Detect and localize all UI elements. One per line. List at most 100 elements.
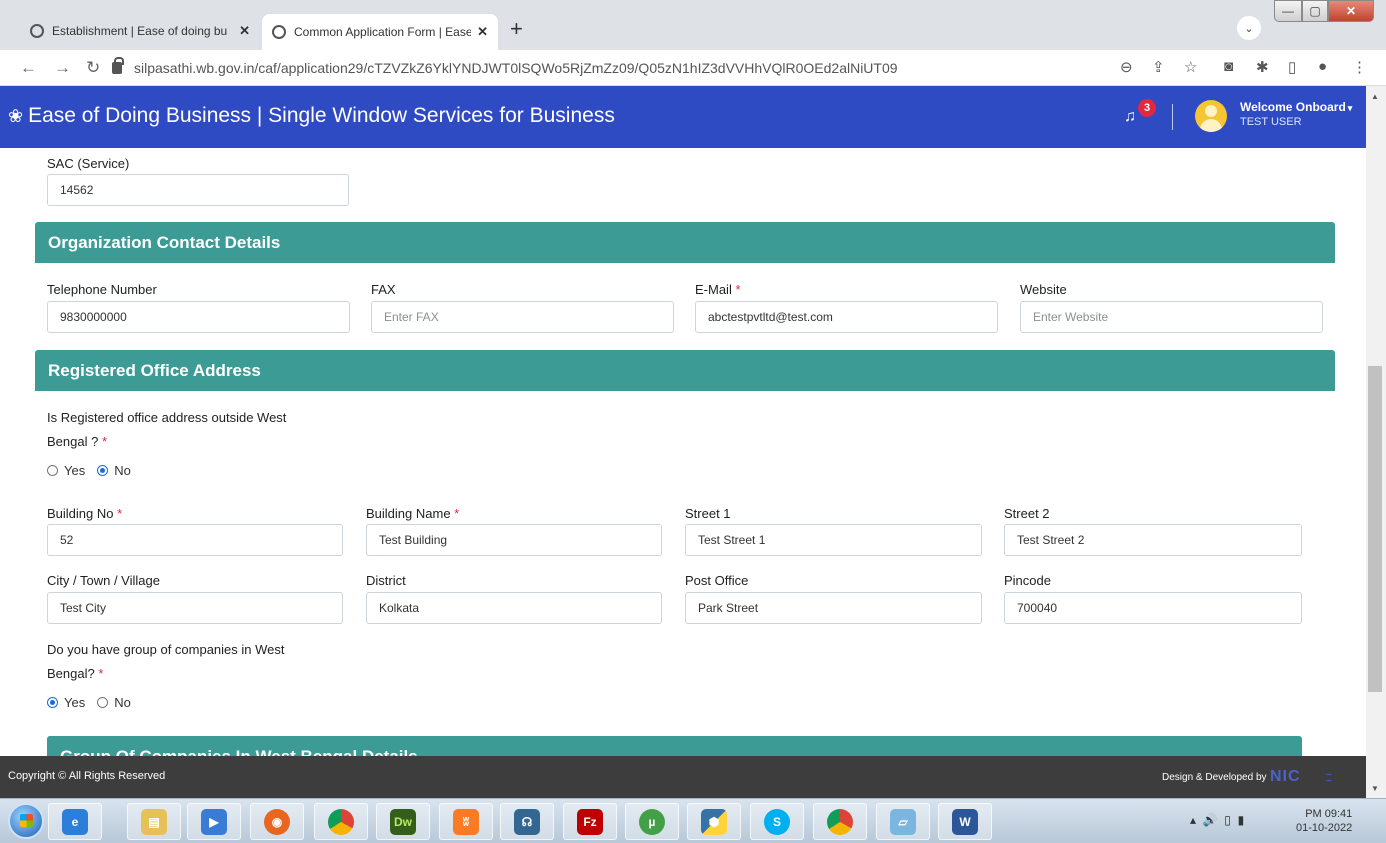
browser-tab-strip: Establishment | Ease of doing bu ✕ Commo…: [0, 0, 1386, 50]
user-menu[interactable]: Welcome Onboard ▾: [1240, 100, 1352, 114]
tab-title: Common Application Form | Ease: [294, 25, 472, 39]
profile-icon[interactable]: ●: [1318, 58, 1327, 75]
sac-label: SAC (Service): [47, 156, 130, 171]
radio-no-selected[interactable]: [97, 465, 109, 476]
clock-date: 01-10-2022: [1296, 822, 1353, 834]
outside-wb-no-option[interactable]: No: [97, 463, 131, 478]
chrome-icon-2[interactable]: [813, 803, 867, 840]
scroll-up-arrow-icon[interactable]: ▲: [1371, 92, 1379, 101]
nic-logo-mark: ▪▪▪ ▪▪▪: [1326, 772, 1332, 784]
page-scrollbar[interactable]: ▲ ▼: [1366, 86, 1386, 798]
skype-icon[interactable]: S: [750, 803, 804, 840]
district-input[interactable]: Kolkata: [366, 592, 662, 624]
outside-wb-question: Bengal ? *: [47, 434, 107, 449]
email-input[interactable]: abctestpvtltd@test.com: [695, 301, 998, 333]
url-text: silpasathi.wb.gov.in/caf/application29/c…: [134, 60, 898, 76]
minimize-button[interactable]: —: [1274, 0, 1302, 22]
xampp-icon[interactable]: ʬ: [439, 803, 493, 840]
user-name: TEST USER: [1240, 116, 1302, 128]
street1-input[interactable]: Test Street 1: [685, 524, 982, 556]
email-label-text: E-Mail: [695, 282, 732, 297]
required-asterisk: *: [101, 434, 108, 449]
city-input[interactable]: Test City: [47, 592, 343, 624]
building-name-input[interactable]: Test Building: [366, 524, 662, 556]
required-asterisk: *: [735, 282, 741, 297]
form-content: SAC (Service) 14562 Organization Contact…: [0, 148, 1366, 756]
firefox-icon[interactable]: ◉: [250, 803, 304, 840]
window-close-button[interactable]: ✕: [1328, 0, 1374, 22]
internet-explorer-icon[interactable]: e: [48, 803, 102, 840]
radio-no[interactable]: [97, 697, 109, 708]
close-icon[interactable]: ✕: [239, 23, 250, 39]
bell-icon[interactable]: ♫: [1124, 108, 1136, 126]
close-icon[interactable]: ✕: [477, 24, 488, 40]
side-panel-icon[interactable]: ▯: [1288, 58, 1296, 76]
fax-label: FAX: [371, 282, 396, 297]
building-name-label-text: Building Name: [366, 506, 451, 521]
welcome-text: Welcome Onboard: [1240, 100, 1346, 114]
browser-tab-common-application-form[interactable]: Common Application Form | Ease ✕: [262, 14, 498, 50]
street2-input[interactable]: Test Street 2: [1004, 524, 1302, 556]
header-divider: [1172, 104, 1173, 130]
word-icon[interactable]: W: [938, 803, 992, 840]
star-icon[interactable]: ☆: [1184, 58, 1197, 76]
notification-badge: 3: [1138, 99, 1156, 117]
outside-wb-yes-option[interactable]: Yes: [47, 463, 85, 478]
app-title-text: Ease of Doing Business | Single Window S…: [28, 104, 615, 127]
outside-wb-question-line1: Is Registered office address outside Wes…: [47, 410, 287, 425]
chevron-down-icon[interactable]: ⌄: [1237, 16, 1261, 40]
back-arrow-icon[interactable]: ←: [20, 58, 37, 78]
no-label: No: [114, 463, 131, 478]
building-no-label: Building No *: [47, 506, 122, 521]
outside-wb-question-line2: Bengal ?: [47, 434, 99, 449]
scrollbar-thumb[interactable]: [1368, 366, 1382, 692]
utorrent-icon[interactable]: µ: [625, 803, 679, 840]
clock[interactable]: PM 09:41 01-10-2022: [1296, 807, 1352, 835]
building-name-label: Building Name *: [366, 506, 459, 521]
share-icon[interactable]: ⇪: [1152, 58, 1165, 76]
district-label: District: [366, 573, 406, 588]
extensions-icon[interactable]: ✱: [1256, 58, 1269, 76]
python-icon[interactable]: ⬢: [687, 803, 741, 840]
street2-label: Street 2: [1004, 506, 1050, 521]
required-asterisk: *: [117, 506, 123, 521]
post-office-input[interactable]: Park Street: [685, 592, 982, 624]
building-no-input[interactable]: 52: [47, 524, 343, 556]
radio-yes-selected[interactable]: [47, 697, 58, 708]
camera-icon[interactable]: ◙: [1224, 58, 1233, 75]
section-registered-office: Registered Office Address: [35, 350, 1335, 391]
dreamweaver-icon[interactable]: Dw: [376, 803, 430, 840]
group-no-option[interactable]: No: [97, 695, 131, 710]
address-bar[interactable]: silpasathi.wb.gov.in/caf/application29/c…: [112, 55, 1217, 81]
telephone-input[interactable]: 9830000000: [47, 301, 350, 333]
reload-icon[interactable]: ↻: [86, 58, 100, 78]
avatar[interactable]: [1195, 100, 1227, 132]
forward-arrow-icon[interactable]: →: [54, 58, 71, 78]
browser-tab-establishment[interactable]: Establishment | Ease of doing bu ✕: [20, 12, 260, 50]
menu-kebab-icon[interactable]: ⋮: [1352, 58, 1367, 76]
pincode-input[interactable]: 700040: [1004, 592, 1302, 624]
copyright-text: Copyright © All Rights Reserved: [8, 770, 166, 782]
filezilla-icon[interactable]: Fz: [563, 803, 617, 840]
notepad-icon[interactable]: ▱: [876, 803, 930, 840]
maximize-button[interactable]: ▢: [1302, 0, 1328, 22]
sac-input[interactable]: 14562: [47, 174, 349, 206]
caret-down-icon: ▾: [1347, 103, 1353, 113]
group-yes-option[interactable]: Yes: [47, 695, 85, 710]
zoom-icon[interactable]: ⊖: [1120, 58, 1133, 76]
section-group-companies: Group Of Companies In West Bengal Detail…: [47, 736, 1302, 756]
website-input[interactable]: Enter Website: [1020, 301, 1323, 333]
postgresql-icon[interactable]: ☊: [500, 803, 554, 840]
chrome-icon[interactable]: [314, 803, 368, 840]
media-player-icon[interactable]: ▶: [187, 803, 241, 840]
system-tray[interactable]: ▴ 🔊 ▯ ▮: [1190, 813, 1244, 827]
required-asterisk: *: [454, 506, 460, 521]
fax-input[interactable]: Enter FAX: [371, 301, 674, 333]
design-developed-text: Design & Developed by: [1162, 772, 1267, 783]
radio-yes[interactable]: [47, 465, 58, 476]
file-explorer-icon[interactable]: ▤: [127, 803, 181, 840]
start-button[interactable]: [8, 803, 44, 839]
new-tab-button[interactable]: +: [510, 16, 523, 42]
scroll-down-arrow-icon[interactable]: ▼: [1371, 784, 1379, 793]
globe-icon: [272, 25, 286, 39]
